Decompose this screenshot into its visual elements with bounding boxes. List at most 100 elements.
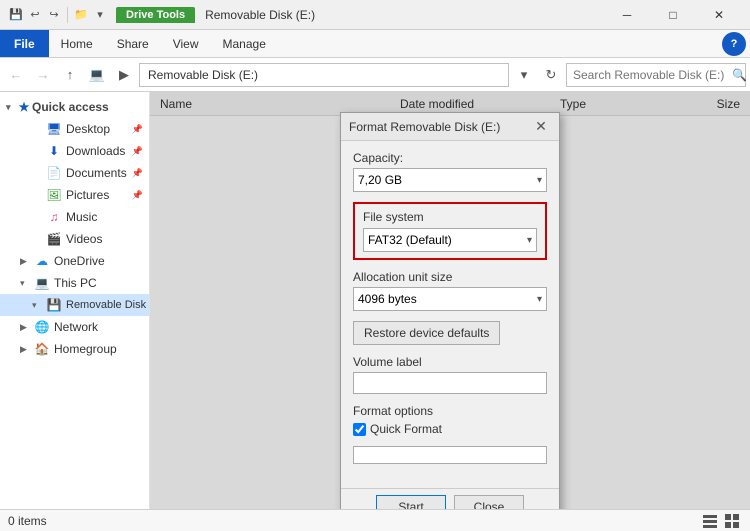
file-system-select[interactable]: FAT32 (Default) ▾ <box>363 228 537 252</box>
search-icon[interactable]: 🔍 <box>732 68 747 82</box>
sidebar-item-videos[interactable]: 🎬 Videos <box>0 228 149 250</box>
sidebar-item-documents[interactable]: 📄 Documents 📌 <box>0 162 149 184</box>
file-system-arrow: ▾ <box>527 235 532 246</box>
tab-view[interactable]: View <box>161 30 211 57</box>
onedrive-icon: ☁ <box>34 253 50 269</box>
file-system-group: File system FAT32 (Default) ▾ <box>353 202 547 260</box>
tab-share[interactable]: Share <box>105 30 161 57</box>
thispc-label: This PC <box>54 276 97 290</box>
address-path[interactable]: Removable Disk (E:) <box>139 63 509 87</box>
quick-format-row: Quick Format <box>353 422 547 436</box>
volume-label-text: Volume label <box>353 355 547 369</box>
allocation-value: 4096 bytes <box>358 292 417 306</box>
computer-icon: 💻 <box>85 63 109 87</box>
tab-home[interactable]: Home <box>49 30 105 57</box>
ribbon: File Home Share View Manage ? <box>0 30 750 58</box>
quick-format-label: Quick Format <box>370 422 442 436</box>
quickaccess-icon: ★ <box>16 99 32 115</box>
maximize-button[interactable]: □ <box>650 0 696 30</box>
pictures-label: Pictures <box>66 188 109 202</box>
homegroup-icon: 🏠 <box>34 341 50 357</box>
music-label: Music <box>66 210 97 224</box>
file-list: Name Date modified Type Size Format Remo… <box>150 92 750 509</box>
title-bar-icons: 💾 ↩ ↪ 📁 ▾ <box>8 7 108 23</box>
view-buttons <box>700 511 742 531</box>
window-controls: ─ □ ✕ <box>604 0 742 30</box>
sidebar-quickaccess-header[interactable]: ▾ ★ Quick access <box>0 96 149 118</box>
downloads-pin-icon: 📌 <box>132 146 143 157</box>
desktop-pin-icon: 📌 <box>132 124 143 135</box>
homegroup-label: Homegroup <box>54 342 117 356</box>
sidebar-item-thispc[interactable]: ▾ 💻 This PC <box>0 272 149 294</box>
capacity-group: Capacity: 7,20 GB ▾ <box>353 151 547 192</box>
sidebar-item-onedrive[interactable]: ▶ ☁ OneDrive <box>0 250 149 272</box>
folder-icon: 📁 <box>73 7 89 23</box>
search-input[interactable] <box>573 68 728 82</box>
documents-label: Documents <box>66 166 127 180</box>
quick-format-checkbox[interactable] <box>353 423 366 436</box>
minimize-button[interactable]: ─ <box>604 0 650 30</box>
volume-label-input[interactable] <box>353 372 547 394</box>
window-title: Removable Disk (E:) <box>199 8 600 22</box>
homegroup-arrow: ▶ <box>20 344 30 355</box>
modal-overlay: Format Removable Disk (E:) ✕ Capacity: 7… <box>150 92 750 509</box>
file-system-value: FAT32 (Default) <box>368 233 452 247</box>
drive-tools-tab[interactable]: Drive Tools <box>116 7 195 23</box>
capacity-select[interactable]: 7,20 GB ▾ <box>353 168 547 192</box>
capacity-label: Capacity: <box>353 151 547 165</box>
thispc-icon: 💻 <box>34 275 50 291</box>
forward-button[interactable]: → <box>31 63 55 87</box>
search-box: 🔍 <box>566 63 746 87</box>
list-view-button[interactable] <box>700 511 720 531</box>
back-button[interactable]: ← <box>4 63 28 87</box>
file-system-label: File system <box>363 210 537 224</box>
network-label: Network <box>54 320 98 334</box>
quickaccess-expand-arrow: ▾ <box>6 102 16 113</box>
tile-view-button[interactable] <box>722 511 742 531</box>
format-options-label: Format options <box>353 404 547 418</box>
sidebar-item-downloads[interactable]: ⬇ Downloads 📌 <box>0 140 149 162</box>
modal-close-button[interactable]: ✕ <box>531 117 551 137</box>
tab-file[interactable]: File <box>0 30 49 57</box>
up-button[interactable]: ↑ <box>58 63 82 87</box>
sidebar-item-removabledisk[interactable]: ▾ 💾 Removable Disk (E:) <box>0 294 149 316</box>
sidebar-item-music[interactable]: ♫ Music <box>0 206 149 228</box>
thispc-arrow: ▾ <box>20 278 30 289</box>
downloads-label: Downloads <box>66 144 125 158</box>
redo-icon[interactable]: ↪ <box>46 7 62 23</box>
status-bar: 0 items <box>0 509 750 531</box>
sidebar-item-homegroup[interactable]: ▶ 🏠 Homegroup <box>0 338 149 360</box>
dropdown-icon[interactable]: ▾ <box>92 7 108 23</box>
allocation-select[interactable]: 4096 bytes ▾ <box>353 287 547 311</box>
undo-icon[interactable]: ↩ <box>27 7 43 23</box>
help-button[interactable]: ? <box>722 32 746 56</box>
dropdown-path-button[interactable]: ▾ <box>512 63 536 87</box>
tile-view-icon <box>724 513 740 529</box>
address-bar: ← → ↑ 💻 ▶ Removable Disk (E:) ▾ ↻ 🔍 <box>0 58 750 92</box>
onedrive-label: OneDrive <box>54 254 105 268</box>
sidebar-item-network[interactable]: ▶ 🌐 Network <box>0 316 149 338</box>
downloads-icon: ⬇ <box>46 143 62 159</box>
removabledisk-label: Removable Disk (E:) <box>66 299 150 311</box>
tab-manage[interactable]: Manage <box>211 30 278 57</box>
status-items-count: 0 items <box>8 514 696 528</box>
sidebar-item-desktop[interactable]: 🖥 Desktop 📌 <box>0 118 149 140</box>
capacity-arrow: ▾ <box>537 175 542 186</box>
close-window-button[interactable]: ✕ <box>696 0 742 30</box>
removabledisk-arrow: ▾ <box>32 300 42 311</box>
quick-access-icon: 💾 <box>8 7 24 23</box>
refresh-button[interactable]: ↻ <box>539 63 563 87</box>
restore-defaults-button[interactable]: Restore device defaults <box>353 321 500 345</box>
sidebar-item-pictures[interactable]: 🖼 Pictures 📌 <box>0 184 149 206</box>
desktop-icon: 🖥 <box>46 121 62 137</box>
close-button[interactable]: Close <box>454 495 524 509</box>
videos-icon: 🎬 <box>46 231 62 247</box>
pictures-icon: 🖼 <box>46 187 62 203</box>
main-area: ▾ ★ Quick access 🖥 Desktop 📌 ⬇ Downloads… <box>0 92 750 509</box>
modal-body: Capacity: 7,20 GB ▾ File system FAT32 (D… <box>341 141 559 484</box>
sidebar: ▾ ★ Quick access 🖥 Desktop 📌 ⬇ Downloads… <box>0 92 150 509</box>
sidebar-quickaccess-label: Quick access <box>32 100 109 114</box>
start-button[interactable]: Start <box>376 495 446 509</box>
list-view-icon <box>702 513 718 529</box>
network-arrow: ▶ <box>20 322 30 333</box>
